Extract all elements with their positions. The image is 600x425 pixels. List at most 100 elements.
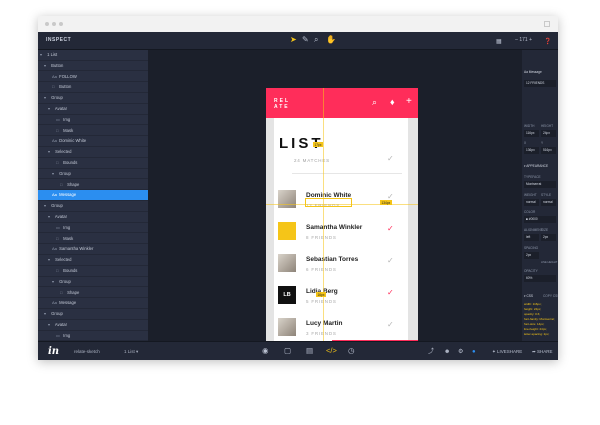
layer-label: Shape — [66, 289, 80, 295]
liveshare-button[interactable]: ✦ LIVESHARE — [492, 349, 522, 355]
layer-item[interactable]: ▾ Group — [38, 93, 148, 104]
app-logo: REL ATE — [274, 98, 290, 110]
person-row[interactable]: LB Lidia Berg 5 FRIENDS ✓ — [266, 286, 418, 316]
person-name: Sebastian Torres — [306, 256, 359, 263]
hand-tool-icon[interactable]: ✋ — [326, 36, 336, 44]
layer-item[interactable]: ▾ Avatar — [38, 320, 148, 331]
opacity-field[interactable]: 60% — [524, 275, 556, 282]
avatar-icon[interactable]: ● — [472, 348, 476, 356]
bell-icon[interactable]: ♦ — [390, 98, 395, 107]
layer-item[interactable]: ▾ Button — [38, 61, 148, 72]
copy-css-button[interactable]: COPY CSS — [543, 294, 558, 298]
add-icon[interactable]: + — [406, 97, 412, 107]
zoom-level[interactable]: – 171 + — [515, 37, 532, 43]
search-icon[interactable]: ⌕ — [372, 98, 377, 107]
project-name[interactable]: relate-sketch — [74, 349, 100, 354]
color-field[interactable]: ■ #0000 — [524, 216, 556, 223]
layer-item[interactable]: Aa Message — [38, 190, 148, 201]
layer-item[interactable]: ▾ Group — [38, 277, 148, 288]
check-icon[interactable]: ✓ — [387, 224, 394, 233]
layer-item[interactable]: ▾ 1 List — [38, 50, 148, 61]
layer-item[interactable]: ▾ Avatar — [38, 212, 148, 223]
layer-label: Group — [50, 311, 63, 317]
inspect-code-icon[interactable]: </> — [326, 347, 337, 355]
window-maximize-dot[interactable] — [59, 22, 63, 26]
person-row[interactable]: Samantha Winkler 8 FRIENDS ✓ — [266, 222, 418, 252]
layer-label: Samantha Winkler — [58, 246, 94, 252]
grid-icon[interactable]: ▦ — [496, 38, 502, 46]
layer-item[interactable]: □ Button — [38, 82, 148, 93]
check-icon[interactable]: ✓ — [387, 288, 394, 297]
weight-field[interactable]: normal — [524, 199, 539, 206]
preview-icon[interactable]: ◉ — [262, 347, 269, 355]
size-field[interactable]: 2px — [541, 234, 556, 241]
person-row[interactable]: Sebastian Torres 6 FRIENDS ✓ — [266, 254, 418, 284]
layer-label: Mask — [62, 235, 74, 241]
zoom-tool-icon[interactable]: ⌕ — [314, 36, 318, 44]
layer-item[interactable]: □ Bounds — [38, 266, 148, 277]
inspector-label: SIZE — [541, 228, 549, 232]
height-field[interactable]: 24px — [541, 130, 556, 137]
layer-item[interactable]: ▾ Avatar — [38, 104, 148, 115]
invision-logo[interactable]: in — [48, 346, 59, 357]
users-icon[interactable]: ☻ — [444, 348, 450, 356]
layer-item[interactable]: ▭ Img — [38, 223, 148, 234]
layer-item[interactable]: ▭ Img — [38, 115, 148, 126]
window-fullscreen-icon[interactable] — [544, 21, 550, 27]
css-section: ▾ CSS — [524, 294, 534, 298]
inspector-label: LINE HEIGHT — [541, 261, 558, 264]
layer-item[interactable]: Aa Samantha Winkler — [38, 244, 148, 255]
check-icon[interactable]: ✓ — [387, 256, 394, 265]
check-icon[interactable]: ✓ — [387, 320, 394, 329]
style-field[interactable]: normal — [541, 199, 556, 206]
layer-label: Selected — [54, 149, 72, 155]
width-field[interactable]: 116px — [524, 130, 539, 137]
artboard-list[interactable]: REL ATE ⌕ ♦ + LIST 24 MATCHES ✓ Dominic … — [266, 88, 418, 357]
person-friends: 3 FRIENDS — [306, 331, 337, 336]
layer-item[interactable]: Aa Dominic White — [38, 136, 148, 147]
divider — [292, 173, 402, 174]
canvas[interactable]: REL ATE ⌕ ♦ + LIST 24 MATCHES ✓ Dominic … — [148, 50, 522, 357]
page-selector[interactable]: 1 List ▾ — [124, 349, 138, 355]
notes-icon[interactable]: ▤ — [306, 347, 313, 355]
window-close-dot[interactable] — [45, 22, 49, 26]
layer-item[interactable]: Aa FOLLOW — [38, 72, 148, 83]
share-button[interactable]: ➦ SHARE — [532, 349, 553, 355]
layer-item[interactable]: □ Mask — [38, 234, 148, 245]
layer-item[interactable]: ▾ Group — [38, 309, 148, 320]
layer-item[interactable]: ▭ Img — [38, 331, 148, 342]
typeface-field[interactable]: Montserrat — [524, 181, 556, 188]
settings-gear-icon[interactable]: ⚙ — [458, 348, 463, 356]
css-line: font-family: Montserrat; — [524, 317, 555, 321]
layer-item[interactable]: □ Bounds — [38, 158, 148, 169]
window-minimize-dot[interactable] — [52, 22, 56, 26]
layer-item[interactable]: ▾ Group — [38, 201, 148, 212]
x-field[interactable]: 136px — [524, 147, 539, 154]
selection-box — [305, 198, 352, 207]
person-name: Lucy Martin — [306, 320, 343, 327]
css-line: font-size: 14px; — [524, 322, 545, 326]
inspector-label: TYPEFACE — [524, 175, 541, 179]
measure-tag-width: 16px — [316, 292, 326, 297]
draw-tool-icon[interactable]: ✎ — [302, 36, 309, 44]
share-link-icon[interactable]: ⤴ — [428, 348, 434, 356]
top-toolbar: INSPECT ➤ ✎ ⌕ ✋ ▦ – 171 + ❓ — [38, 32, 558, 50]
layer-item[interactable]: ▾ Selected — [38, 255, 148, 266]
layer-label: Img — [62, 332, 71, 338]
help-icon[interactable]: ❓ — [544, 38, 551, 46]
select-tool-icon[interactable]: ➤ — [290, 36, 297, 44]
matches-check-icon[interactable]: ✓ — [387, 154, 394, 163]
inspector-label: STYLE — [541, 193, 552, 197]
layer-item[interactable]: □ Mask — [38, 126, 148, 137]
layer-item[interactable]: □ Shape — [38, 288, 148, 299]
content-field[interactable]: 12 FRIENDS — [524, 80, 556, 87]
layer-item[interactable]: ▾ Group — [38, 169, 148, 180]
layer-item[interactable]: Aa Message — [38, 298, 148, 309]
y-field[interactable]: 516px — [541, 147, 556, 154]
alignment-field[interactable]: left — [524, 234, 539, 241]
layer-item[interactable]: ▾ Selected — [38, 147, 148, 158]
layer-item[interactable]: □ Shape — [38, 180, 148, 191]
comment-icon[interactable]: ▢ — [284, 347, 291, 355]
history-icon[interactable]: ◷ — [348, 347, 355, 355]
spacing-field[interactable]: 2px — [524, 252, 539, 259]
